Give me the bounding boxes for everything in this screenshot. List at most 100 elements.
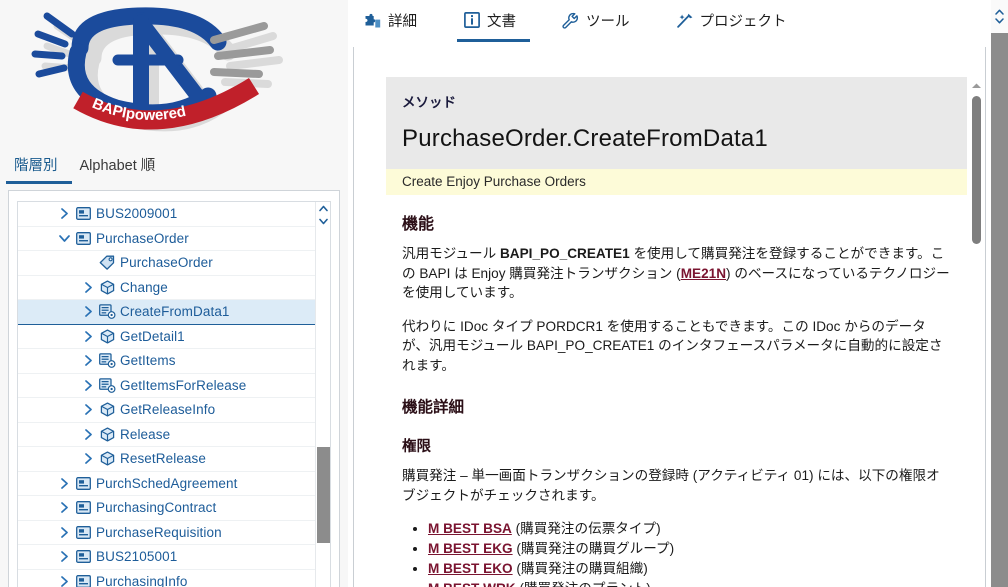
link-me21n[interactable]: ME21N — [681, 266, 726, 281]
info-square-icon — [463, 11, 481, 29]
authorization-object-list: M BEST BSA (購買発注の伝票タイプ)M BEST EKG (購買発注の… — [402, 519, 951, 587]
authorization-object-item: M BEST EKG (購買発注の購買グループ) — [428, 539, 951, 558]
tree-item-bus2105001[interactable]: BUS2105001 — [18, 545, 315, 570]
business-object-icon — [73, 498, 93, 518]
tree-expander-collapsed-icon[interactable] — [80, 398, 97, 422]
method-list-icon — [97, 351, 117, 371]
tab-hierarchy-label: 階層別 — [14, 158, 58, 174]
section-heading-function-detail: 機能詳細 — [402, 399, 465, 416]
tree-item-label: CreateFromData1 — [120, 304, 230, 320]
document-header: メソッド PurchaseOrder.CreateFromData1 — [386, 77, 967, 169]
tree-expander-collapsed-icon[interactable] — [56, 569, 73, 587]
tree-item-purchasingcontract[interactable]: PurchasingContract — [18, 496, 315, 521]
tree-expander-collapsed-icon[interactable] — [56, 520, 73, 544]
tree-expander-collapsed-icon[interactable] — [80, 349, 97, 373]
business-object-icon — [73, 571, 93, 587]
tree-expander-collapsed-icon[interactable] — [80, 300, 97, 324]
tree-item-label: GetDetail1 — [120, 328, 185, 344]
authorization-object-description: (購買発注のプラント) — [516, 581, 650, 587]
window-scroll-down-icon[interactable] — [995, 18, 1004, 24]
authorization-object-link[interactable]: M BEST WRK — [428, 581, 516, 587]
tree-item-resetrelease[interactable]: ResetRelease — [18, 447, 315, 472]
tree-expander-none-icon[interactable] — [80, 251, 97, 275]
tree-item-purchasinginfo[interactable]: PurchasingInfo — [18, 570, 315, 587]
tree-item-getitemsforrelease[interactable]: GetItemsForRelease — [18, 373, 315, 398]
tree-expander-collapsed-icon[interactable] — [56, 496, 73, 520]
paragraph-function-1: 汎用モジュール BAPI_PO_CREATE1 を使用して購買発注を登録すること… — [402, 244, 951, 303]
tree-expander-collapsed-icon[interactable] — [56, 545, 73, 569]
tree-item-getdetail1[interactable]: GetDetail1 — [18, 324, 315, 349]
tree-expander-collapsed-icon[interactable] — [80, 275, 97, 299]
tree-item-label: PurchasingContract — [96, 500, 217, 516]
method-list-icon — [97, 302, 117, 322]
tree-scrollbar[interactable] — [315, 202, 330, 587]
tree-item-label: PurchaseOrder — [120, 255, 213, 271]
application-window: BAPIpowered 階層別 Alphabet 順 BUS2009001 Pur… — [0, 0, 1008, 587]
tree-item-purchaseorder[interactable]: PurchaseOrder — [18, 251, 315, 276]
tree-item-purchaseorder[interactable]: PurchaseOrder — [18, 226, 315, 251]
window-scroll-up-icon[interactable] — [995, 9, 1004, 15]
window-scrollbar-thumb[interactable] — [991, 33, 1008, 587]
tab-documentation[interactable]: 文書 — [457, 6, 530, 42]
tree-scroll-up-icon[interactable] — [316, 202, 330, 215]
para1-bold-module: BAPI_PO_CREATE1 — [499, 246, 630, 261]
business-object-icon — [73, 228, 93, 248]
authorization-object-link[interactable]: M BEST EKO — [428, 561, 513, 576]
tree-expander-collapsed-icon[interactable] — [80, 373, 97, 397]
window-scrollbar[interactable] — [991, 0, 1008, 587]
tree-item-label: BUS2009001 — [96, 206, 178, 222]
tree-item-createfromdata1[interactable]: CreateFromData1 — [18, 300, 315, 325]
puzzle-piece-icon — [364, 11, 382, 29]
cube-icon — [97, 277, 117, 297]
tree-expander-collapsed-icon[interactable] — [56, 202, 73, 226]
tree-expander-collapsed-icon[interactable] — [80, 422, 97, 446]
tab-project[interactable]: プロジェクト — [670, 6, 801, 42]
tab-tools-label: ツール — [586, 13, 630, 30]
authorization-object-item: M BEST BSA (購買発注の伝票タイプ) — [428, 519, 951, 538]
tree-view: BUS2009001 PurchaseOrder PurchaseOrder Chan… — [17, 201, 331, 587]
tree-expander-collapsed-icon[interactable] — [56, 471, 73, 495]
documentation-scroll-area: メソッド PurchaseOrder.CreateFromData1 Creat… — [386, 77, 967, 587]
tree-scroll-down-icon[interactable] — [316, 215, 330, 228]
authorization-object-description: (購買発注の購買組織) — [512, 561, 648, 576]
tree-item-purchaserequisition[interactable]: PurchaseRequisition — [18, 520, 315, 545]
document-content: 機能 汎用モジュール BAPI_PO_CREATE1 を使用して購買発注を登録す… — [386, 195, 967, 587]
tree-item-label: GetItems — [120, 353, 176, 369]
tree-scrollbar-thumb[interactable] — [317, 447, 330, 543]
tree-item-label: ResetRelease — [120, 451, 206, 467]
tab-project-label: プロジェクト — [699, 13, 787, 30]
document-scrollbar-thumb[interactable] — [972, 96, 981, 244]
tree-item-getreleaseinfo[interactable]: GetReleaseInfo — [18, 398, 315, 423]
tree-item-getitems[interactable]: GetItems — [18, 349, 315, 374]
authorization-object-link[interactable]: M BEST EKG — [428, 541, 513, 556]
documentation-frame: メソッド PurchaseOrder.CreateFromData1 Creat… — [353, 45, 986, 587]
tree-item-bus2009001[interactable]: BUS2009001 — [18, 202, 315, 227]
tree-item-list: BUS2009001 PurchaseOrder PurchaseOrder Chan… — [18, 202, 315, 587]
ced-bapi-powered-logo: BAPIpowered — [31, 7, 283, 132]
tab-hierarchy[interactable]: 階層別 — [6, 155, 72, 184]
tree-item-purchschedagreement[interactable]: PurchSchedAgreement — [18, 471, 315, 496]
method-list-icon — [97, 375, 117, 395]
document-scrollbar[interactable] — [969, 76, 983, 587]
cube-icon — [97, 326, 117, 346]
tree-item-label: GetItemsForRelease — [120, 377, 247, 393]
tab-documentation-label: 文書 — [487, 13, 516, 30]
authorization-object-item: M BEST WRK (購買発注のプラント) — [428, 579, 951, 587]
document-kicker: メソッド — [402, 95, 456, 110]
cube-icon — [97, 400, 117, 420]
tree-expander-collapsed-icon[interactable] — [80, 324, 97, 348]
authorization-object-link[interactable]: M BEST BSA — [428, 521, 512, 536]
tree-item-change[interactable]: Change — [18, 275, 315, 300]
tree-expander-collapsed-icon[interactable] — [80, 447, 97, 471]
section-heading-authorization: 権限 — [402, 439, 431, 455]
tree-item-label: GetReleaseInfo — [120, 402, 216, 418]
tab-alphabetical[interactable]: Alphabet 順 — [72, 155, 170, 184]
document-scroll-up-icon[interactable] — [970, 79, 983, 91]
tree-item-release[interactable]: Release — [18, 422, 315, 447]
magic-wand-icon — [676, 11, 694, 29]
tree-item-label: BUS2105001 — [96, 549, 178, 565]
window-scroll-arrows[interactable] — [991, 0, 1008, 33]
tree-expander-expanded-icon[interactable] — [56, 226, 73, 250]
tab-tools[interactable]: ツール — [556, 6, 644, 42]
tab-details[interactable]: 詳細 — [358, 6, 431, 42]
